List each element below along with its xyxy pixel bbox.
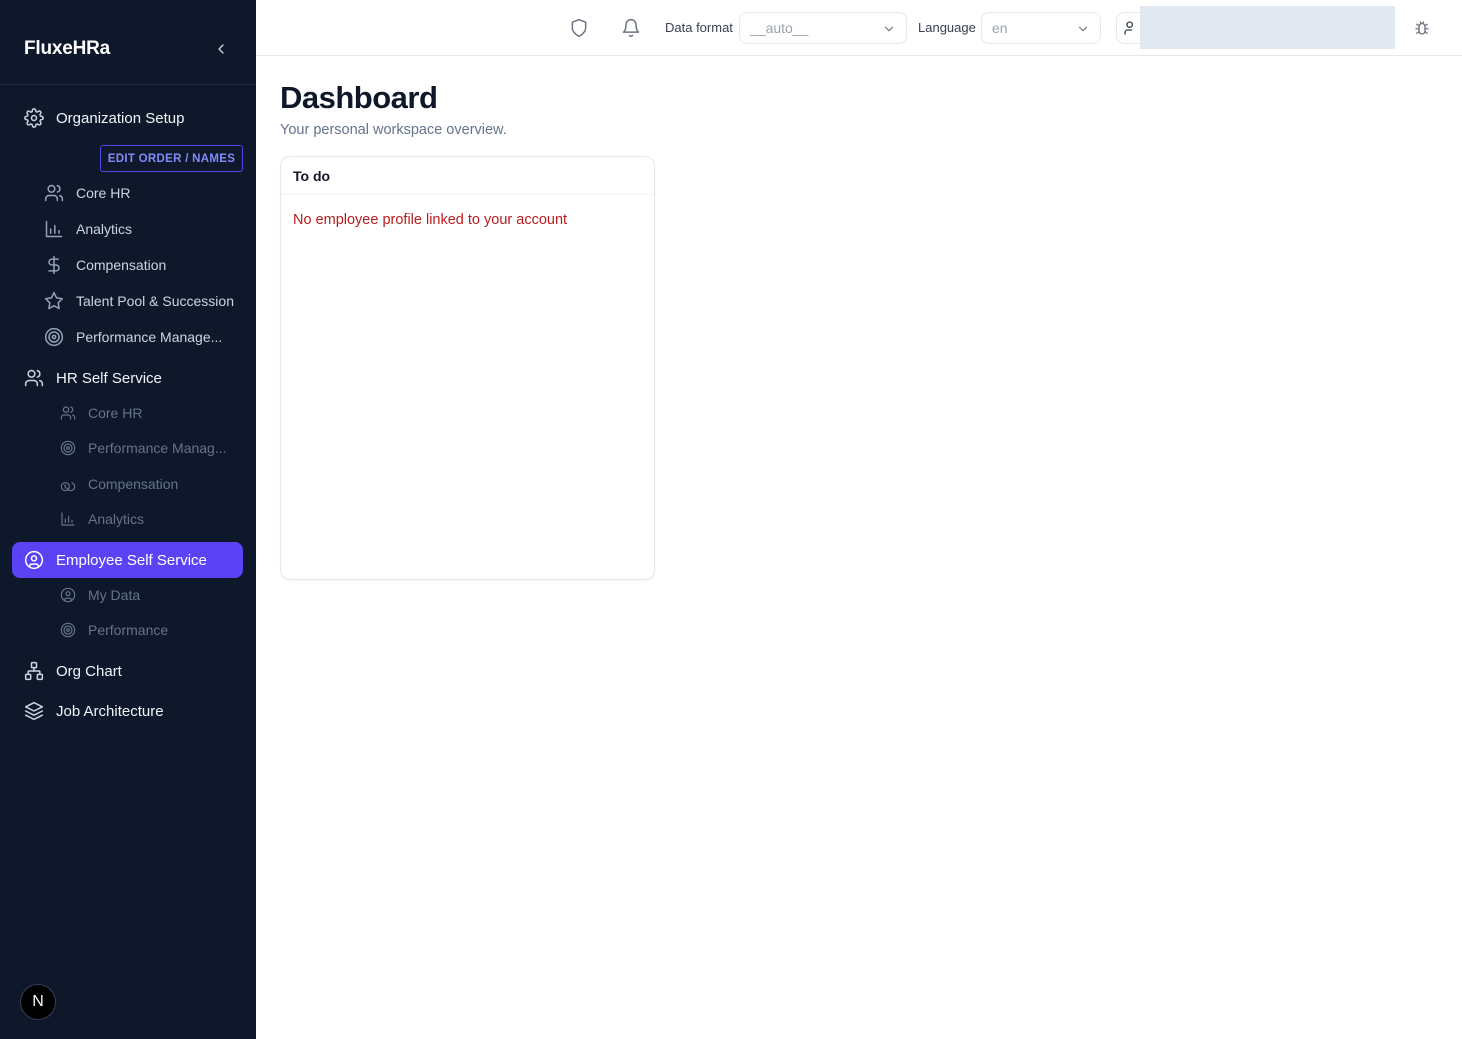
chevron-down-icon bbox=[1078, 26, 1088, 32]
user-circle-icon bbox=[60, 587, 76, 603]
org-chart-icon bbox=[24, 661, 44, 681]
page-title: Dashboard bbox=[280, 80, 438, 115]
user-circle-icon bbox=[24, 550, 44, 570]
dollar-icon bbox=[44, 255, 64, 275]
nav-hr-analytics[interactable]: Analytics bbox=[60, 504, 243, 534]
nav-org-compensation-label: Compensation bbox=[76, 257, 167, 273]
nav-hr-self-service-label: HR Self Service bbox=[56, 369, 162, 387]
bell-icon bbox=[622, 18, 640, 38]
nav-organization-setup[interactable]: Organization Setup bbox=[12, 100, 243, 136]
nav-org-chart[interactable]: Org Chart bbox=[12, 653, 243, 689]
todo-card: To do No employee profile linked to your… bbox=[280, 156, 655, 580]
page-subtitle: Your personal workspace overview. bbox=[280, 122, 507, 138]
target-icon bbox=[60, 622, 76, 638]
nav-org-talent-pool-label: Talent Pool & Succession bbox=[76, 293, 234, 309]
nav-org-performance-label: Performance Manage... bbox=[76, 329, 223, 345]
shield-button[interactable] bbox=[568, 17, 590, 39]
shield-icon bbox=[571, 18, 587, 38]
language-label: Language bbox=[918, 20, 976, 35]
bug-icon bbox=[1415, 21, 1429, 35]
nav-employee-self-service[interactable]: Employee Self Service bbox=[12, 542, 243, 578]
n-badge-button[interactable]: N bbox=[20, 984, 56, 1020]
star-icon bbox=[44, 291, 64, 311]
coins-icon bbox=[60, 476, 76, 492]
nav-hr-analytics-label: Analytics bbox=[88, 511, 145, 527]
nav-org-talent-pool[interactable]: Talent Pool & Succession bbox=[44, 286, 243, 316]
bar-chart-icon bbox=[44, 219, 64, 239]
nav-ess-my-data[interactable]: My Data bbox=[60, 580, 243, 610]
nav-job-architecture-label: Job Architecture bbox=[56, 702, 164, 720]
gear-icon bbox=[24, 108, 44, 128]
nav-org-core-hr[interactable]: Core HR bbox=[44, 178, 243, 208]
nav-hr-compensation-label: Compensation bbox=[88, 476, 179, 492]
bar-chart-icon bbox=[60, 511, 76, 527]
users-icon bbox=[44, 183, 64, 203]
nav-job-architecture[interactable]: Job Architecture bbox=[12, 693, 243, 729]
nav-employee-self-service-label: Employee Self Service bbox=[56, 551, 207, 569]
edit-order-names-button[interactable]: EDIT ORDER / NAMES bbox=[100, 145, 243, 172]
nav-ess-my-data-label: My Data bbox=[88, 587, 141, 603]
nav-org-core-hr-label: Core HR bbox=[76, 185, 131, 201]
debug-button[interactable] bbox=[1411, 17, 1433, 39]
nav-hr-self-service[interactable]: HR Self Service bbox=[12, 360, 243, 396]
sidebar-divider bbox=[0, 84, 256, 85]
todo-error-message: No employee profile linked to your accou… bbox=[293, 212, 568, 228]
chevron-down-icon bbox=[884, 26, 894, 32]
nav-org-compensation[interactable]: Compensation bbox=[44, 250, 243, 280]
target-icon bbox=[44, 327, 64, 347]
nav-hr-core-hr-label: Core HR bbox=[88, 405, 143, 421]
layers-icon bbox=[24, 701, 44, 721]
nav-org-analytics-label: Analytics bbox=[76, 221, 133, 237]
nav-org-performance[interactable]: Performance Manage... bbox=[44, 322, 243, 352]
nav-organization-setup-label: Organization Setup bbox=[56, 109, 185, 127]
topbar: Data format __auto__ Language en bbox=[256, 0, 1462, 56]
language-select[interactable]: en bbox=[981, 12, 1101, 44]
sidebar: FluxeHRa Organization Setup EDIT ORDER /… bbox=[0, 0, 256, 1039]
nav-hr-performance-label: Performance Manag... bbox=[88, 440, 227, 456]
nav-hr-core-hr[interactable]: Core HR bbox=[60, 398, 243, 428]
language-value: en bbox=[992, 20, 1008, 36]
users-icon bbox=[24, 368, 44, 388]
todo-card-title: To do bbox=[281, 157, 654, 195]
collapse-sidebar-button[interactable] bbox=[210, 38, 232, 60]
users-icon bbox=[60, 405, 76, 421]
notifications-button[interactable] bbox=[620, 17, 642, 39]
nav-hr-performance[interactable]: Performance Manag... bbox=[60, 433, 243, 463]
data-format-label: Data format bbox=[665, 20, 733, 35]
nav-ess-performance[interactable]: Performance bbox=[60, 615, 243, 645]
nav-ess-performance-label: Performance bbox=[88, 622, 169, 638]
brand-logo: FluxeHRa bbox=[24, 38, 111, 59]
nav-org-chart-label: Org Chart bbox=[56, 662, 122, 680]
user-icon bbox=[1124, 21, 1133, 35]
nav-hr-compensation[interactable]: Compensation bbox=[60, 469, 243, 499]
data-format-value: __auto__ bbox=[750, 20, 809, 36]
target-icon bbox=[60, 440, 76, 456]
nav-org-analytics[interactable]: Analytics bbox=[44, 214, 243, 244]
user-info-placeholder bbox=[1140, 6, 1395, 49]
data-format-select[interactable]: __auto__ bbox=[739, 12, 907, 44]
chevron-left-icon bbox=[218, 44, 224, 54]
